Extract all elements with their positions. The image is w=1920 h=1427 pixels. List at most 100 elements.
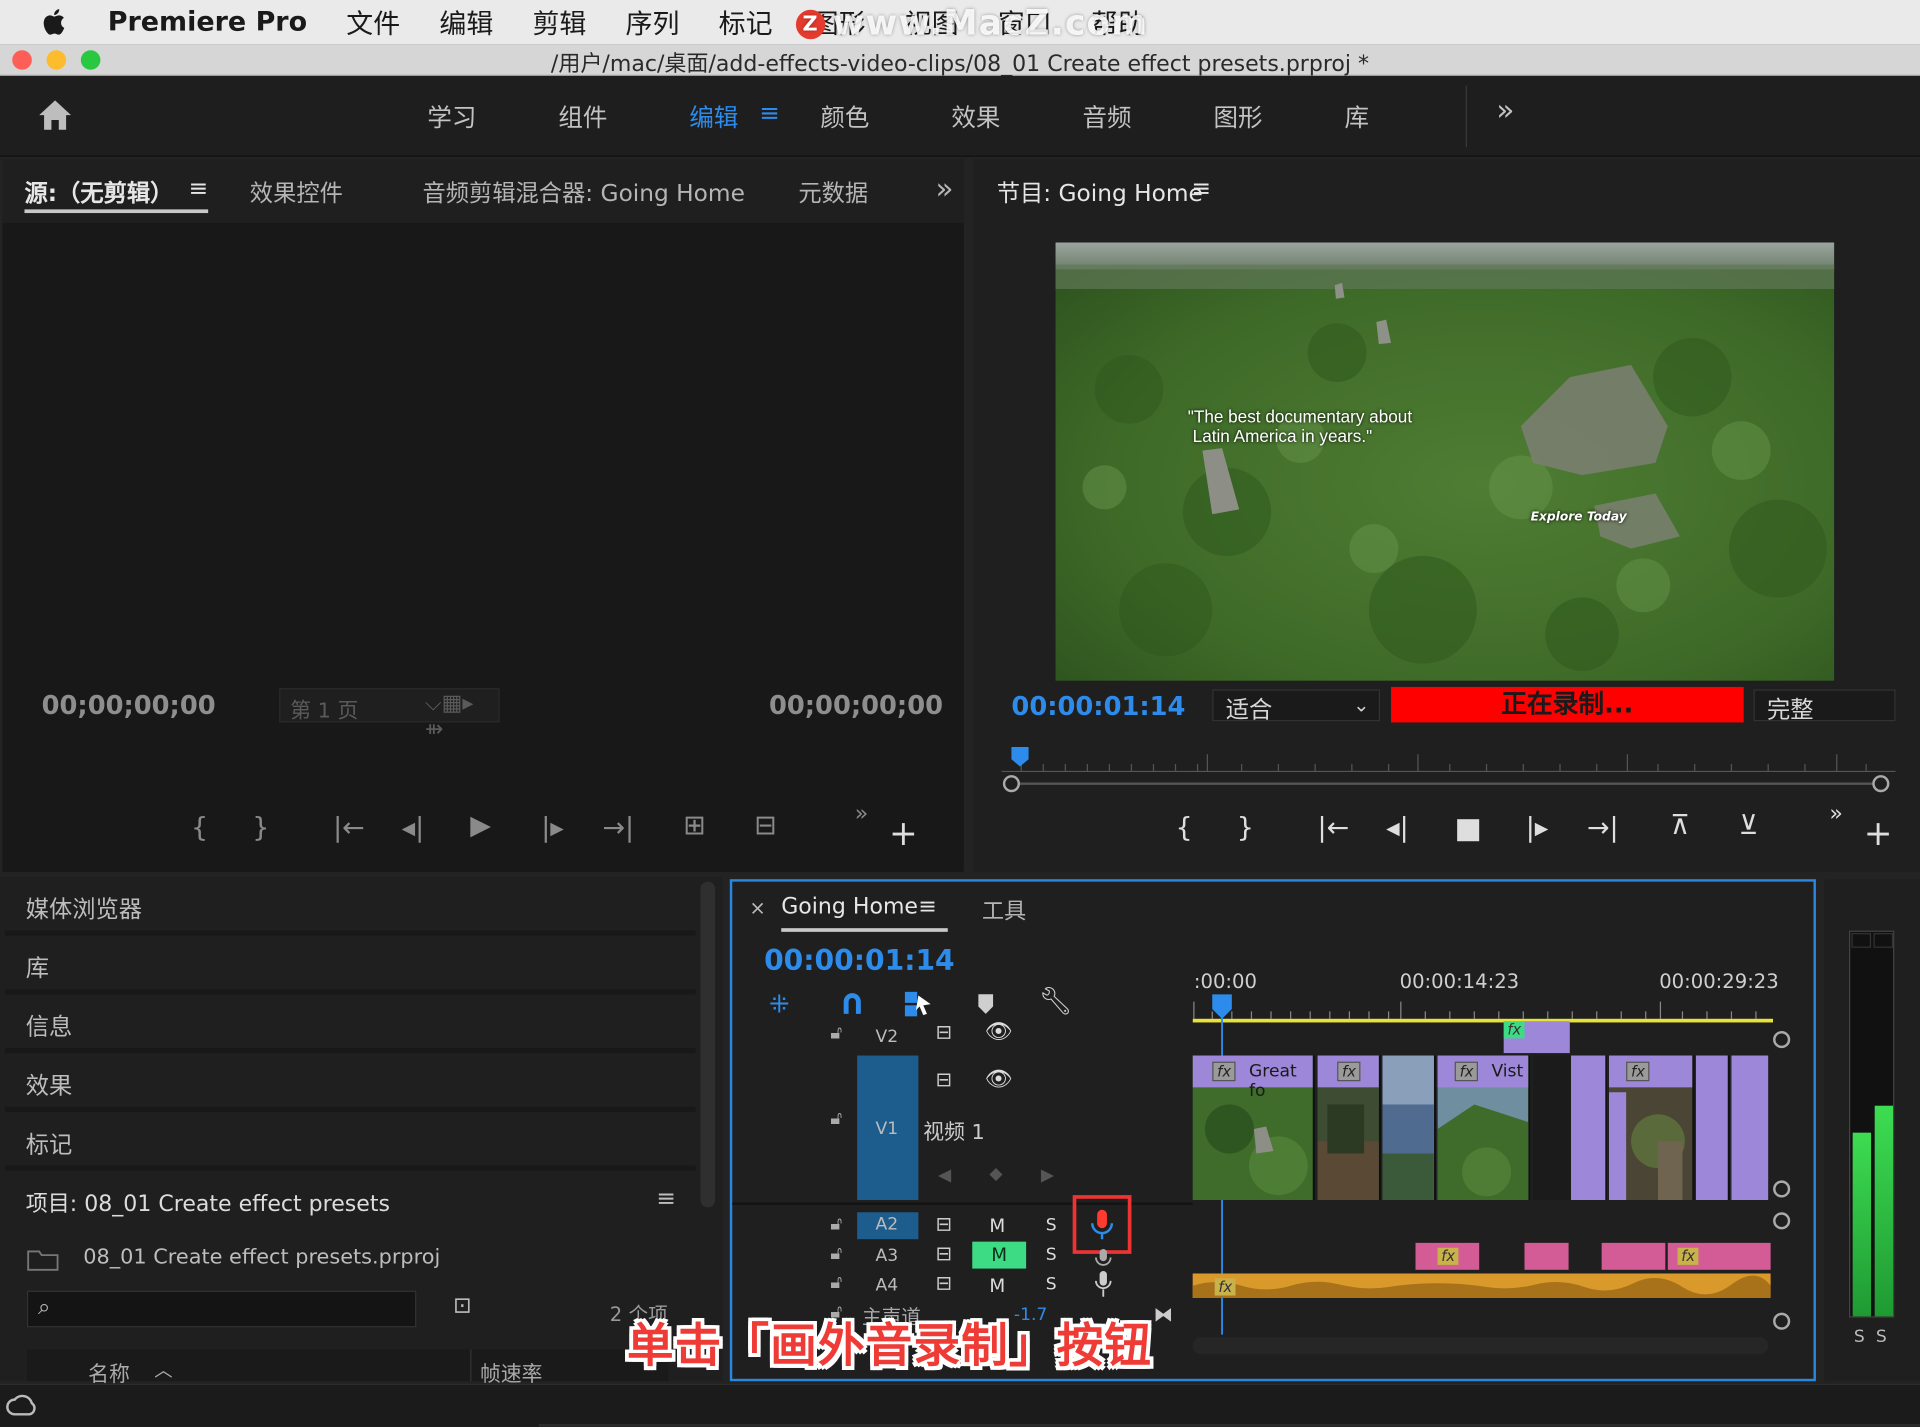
source-overflow-icon[interactable]: » — [855, 801, 868, 827]
tab-program[interactable]: 节目: Going Home — [997, 175, 1203, 208]
program-time-ruler[interactable] — [997, 742, 1903, 796]
source-go-to-out-icon[interactable]: →| — [602, 813, 634, 844]
prev-keyframe-icon[interactable]: ◀ — [938, 1166, 951, 1186]
lock-icon[interactable]: 🔓︎ — [830, 1212, 842, 1234]
meter-solo-left[interactable]: S — [1854, 1327, 1865, 1347]
workspace-libraries[interactable]: 库 — [1345, 98, 1369, 134]
v1-clip-6[interactable]: fx — [1608, 1055, 1695, 1201]
workspace-assembly[interactable]: 组件 — [558, 98, 607, 134]
source-mark-out-icon[interactable]: } — [252, 813, 269, 844]
project-panel-menu-icon[interactable]: ≡ — [656, 1185, 675, 1212]
next-keyframe-icon[interactable]: ▶ — [1041, 1166, 1054, 1186]
creative-cloud-icon[interactable] — [5, 1392, 37, 1419]
source-play-icon[interactable]: ▶ — [470, 811, 491, 842]
tab-audio-clip-mixer[interactable]: 音频剪辑混合器: Going Home — [422, 175, 744, 208]
track-v1-target[interactable]: V1 — [857, 1055, 919, 1201]
track-a3-solo[interactable]: S — [1046, 1245, 1057, 1265]
toggle-sync-lock-icon[interactable]: ⊟ — [936, 1212, 952, 1235]
tab-source[interactable]: 源:（无剪辑） — [24, 175, 173, 208]
video-track-zoom-handle[interactable] — [1773, 1031, 1791, 1049]
menu-sequence[interactable]: 序列 — [626, 2, 680, 41]
audio-track-zoom-handle[interactable] — [1773, 1212, 1791, 1230]
source-overwrite-icon[interactable]: ⊟ — [754, 811, 777, 842]
left-panel-scrollbar[interactable] — [700, 881, 716, 1208]
tab-effect-controls[interactable]: 效果控件 — [250, 175, 343, 208]
v2-clip[interactable]: fx — [1503, 1021, 1570, 1054]
toggle-sync-lock-icon[interactable]: ⊟ — [936, 1242, 952, 1265]
v1-clip-8[interactable] — [1731, 1055, 1769, 1201]
microphone-icon[interactable] — [1095, 1248, 1112, 1269]
sequence-tab-menu-icon[interactable]: ≡ — [918, 894, 936, 920]
program-add-button-icon[interactable]: + — [1864, 813, 1893, 853]
program-overflow-icon[interactable]: » — [1829, 801, 1842, 827]
v1-clip-great[interactable]: fx Great fo — [1192, 1055, 1316, 1201]
close-tab-icon[interactable]: × — [749, 896, 765, 919]
sort-ascending-icon[interactable]: ︿ — [154, 1357, 172, 1383]
workspace-learn[interactable]: 学习 — [427, 98, 476, 134]
program-timecode[interactable]: 00:00:01:14 — [1011, 692, 1185, 721]
toggle-sync-lock-icon[interactable]: ⊟ — [936, 1068, 952, 1091]
home-icon[interactable] — [37, 98, 74, 132]
apple-icon[interactable] — [39, 6, 71, 38]
program-lift-icon[interactable]: ⊼ — [1670, 811, 1690, 842]
toggle-sync-lock-icon[interactable]: ⊟ — [936, 1020, 952, 1043]
workspace-graphics[interactable]: 图形 — [1213, 98, 1262, 134]
eye-icon[interactable]: 👁︎ — [984, 1067, 1012, 1093]
source-step-back-icon[interactable]: ◂| — [402, 813, 425, 844]
a3-clip-3[interactable] — [1601, 1242, 1666, 1270]
a4-music-clip[interactable]: fx — [1192, 1273, 1771, 1298]
source-mark-in-icon[interactable]: { — [191, 813, 208, 844]
program-extract-icon[interactable]: ⊻ — [1739, 811, 1759, 842]
new-search-bin-icon[interactable]: ⊡ — [453, 1293, 471, 1319]
workspace-menu-icon[interactable]: ≡ — [759, 98, 780, 127]
microphone-icon[interactable] — [1095, 1271, 1112, 1298]
v1-clip-5[interactable] — [1571, 1055, 1608, 1201]
menu-app-name[interactable]: Premiere Pro — [108, 7, 307, 38]
add-keyframe-icon[interactable]: ◆ — [989, 1164, 1002, 1184]
lock-icon[interactable]: 🔓︎ — [830, 1242, 842, 1264]
panel-markers[interactable]: 标记 — [26, 1127, 73, 1160]
track-v2-label[interactable]: V2 — [876, 1027, 899, 1047]
tab-tools[interactable]: 工具 — [982, 894, 1026, 926]
fit-dropdown[interactable]: 适合 ⌄ — [1212, 689, 1381, 724]
source-add-button-icon[interactable]: + — [889, 813, 918, 853]
tab-sequence-going-home[interactable]: Going Home — [781, 894, 918, 920]
project-search-input[interactable]: ⌕ — [26, 1290, 417, 1328]
program-step-back-icon[interactable]: ◂| — [1386, 813, 1409, 844]
workspace-audio[interactable]: 音频 — [1082, 98, 1131, 134]
track-a2-solo[interactable]: S — [1046, 1216, 1057, 1236]
eye-icon[interactable]: 👁︎ — [984, 1019, 1012, 1045]
a3-clip-2[interactable] — [1524, 1242, 1569, 1270]
timeline-timecode[interactable]: 00:00:01:14 — [764, 945, 955, 977]
timeline-horizontal-scrollbar[interactable] — [1192, 1337, 1769, 1355]
workspace-overflow-icon[interactable]: » — [1496, 93, 1514, 127]
source-step-forward-icon[interactable]: |▸ — [541, 813, 564, 844]
panel-libraries[interactable]: 库 — [26, 950, 49, 983]
workspace-editing[interactable]: 编辑 — [689, 98, 738, 134]
meter-solo-right[interactable]: S — [1876, 1327, 1887, 1347]
timeline-time-ruler[interactable] — [1192, 994, 1774, 1023]
workspace-color[interactable]: 颜色 — [820, 98, 869, 134]
source-panel-menu-icon[interactable]: ≡ — [189, 175, 208, 202]
lock-icon[interactable]: 🔓︎ — [830, 1107, 842, 1129]
track-a4-mute[interactable]: M — [989, 1275, 1005, 1297]
track-a2-target[interactable]: A2 — [857, 1212, 919, 1240]
track-a2-mute[interactable]: M — [989, 1215, 1005, 1237]
v1-clip-7[interactable] — [1695, 1055, 1731, 1201]
v1-clip-vist[interactable]: fx Vist — [1437, 1055, 1531, 1201]
linked-selection-icon[interactable] — [904, 991, 933, 1018]
master-go-to-end-icon[interactable]: ⧓ — [1153, 1303, 1173, 1326]
tab-metadata[interactable]: 元数据 — [798, 175, 868, 208]
program-stop-icon[interactable] — [1457, 819, 1480, 842]
track-a3-label[interactable]: A3 — [876, 1247, 899, 1267]
program-panel-menu-icon[interactable]: ≡ — [1191, 175, 1210, 202]
voice-over-record-button[interactable] — [1072, 1195, 1132, 1254]
track-a4-solo[interactable]: S — [1046, 1275, 1057, 1295]
lock-icon[interactable]: 🔓︎ — [830, 1021, 842, 1043]
source-page-select[interactable]: 第 1 页 ⌵▦▸ ⇻ — [279, 688, 500, 742]
a3-clip-1[interactable]: fx — [1415, 1242, 1480, 1270]
program-video-frame[interactable]: "The best documentary about Latin Americ… — [1055, 242, 1835, 681]
menu-markers[interactable]: 标记 — [719, 2, 773, 41]
toggle-sync-lock-icon[interactable]: ⊟ — [936, 1271, 952, 1294]
project-panel-title[interactable]: 项目: 08_01 Create effect presets — [26, 1187, 390, 1219]
